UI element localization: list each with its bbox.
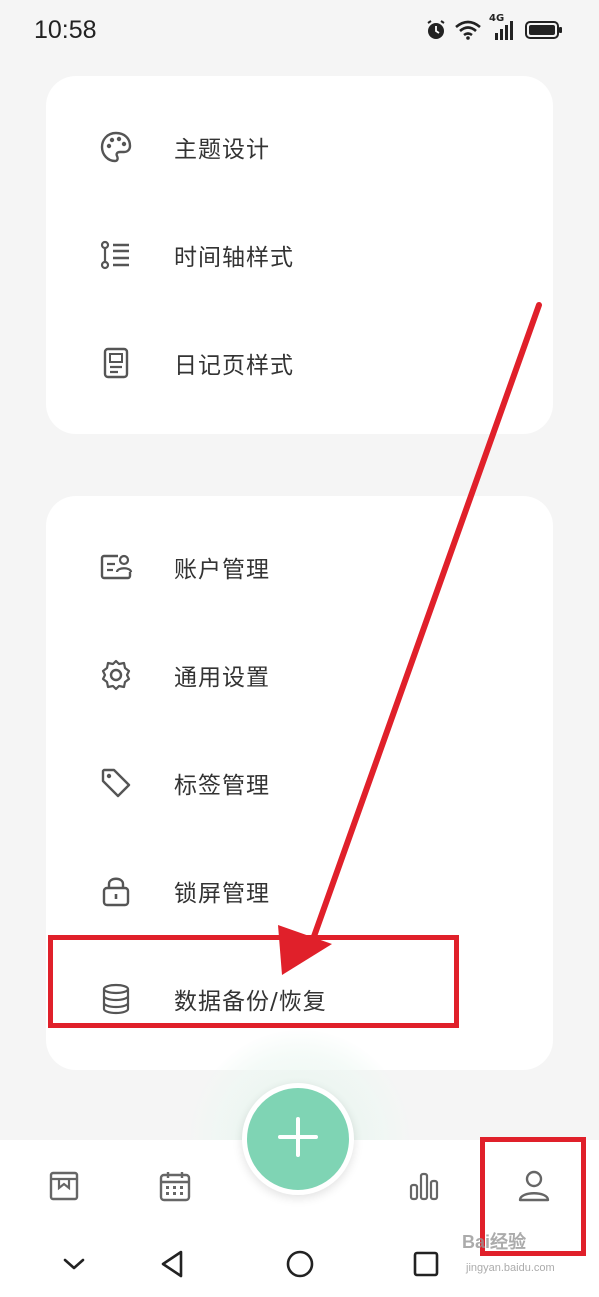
chevron-down-icon — [62, 1256, 86, 1276]
general-settings-card: 账户管理 通用设置 标签管理 锁屏管理 数据备份/恢复 — [46, 496, 553, 1070]
menu-item-tags[interactable]: 标签管理 — [46, 738, 553, 828]
menu-item-theme[interactable]: 主题设计 — [46, 102, 553, 192]
menu-item-timeline-style[interactable]: 时间轴样式 — [46, 210, 553, 300]
profile-icon — [517, 1169, 551, 1207]
timeline-icon — [96, 235, 136, 275]
status-time: 10:58 — [34, 15, 97, 44]
add-icon — [276, 1115, 320, 1163]
alarm-icon — [425, 19, 447, 41]
menu-label-tags: 标签管理 — [174, 773, 270, 799]
display-settings-card: 主题设计 时间轴样式 日记页样式 — [46, 76, 553, 434]
nav-recents-button[interactable] — [404, 1246, 448, 1286]
page-icon — [96, 343, 136, 383]
menu-label-account: 账户管理 — [174, 557, 270, 583]
nav-back-button[interactable] — [150, 1246, 194, 1286]
nav-collapse-button[interactable] — [52, 1246, 96, 1286]
tag-icon — [96, 763, 136, 803]
back-icon — [159, 1249, 185, 1283]
diary-book-icon — [48, 1170, 80, 1206]
recents-icon — [412, 1250, 440, 1282]
menu-label-timeline-style: 时间轴样式 — [174, 245, 294, 271]
lock-icon — [96, 871, 136, 911]
status-bar: 10:58 4G — [0, 0, 599, 60]
menu-item-lock-screen[interactable]: 锁屏管理 — [46, 846, 553, 936]
tab-stats[interactable] — [394, 1160, 454, 1216]
signal-icon: 4G — [489, 13, 517, 41]
menu-label-page-style: 日记页样式 — [174, 353, 294, 379]
wifi-icon — [455, 20, 481, 40]
tab-profile[interactable] — [504, 1160, 564, 1216]
status-icons: 4G — [425, 13, 563, 41]
palette-icon — [96, 127, 136, 167]
nav-home-button[interactable] — [278, 1246, 322, 1286]
watermark-logo: Bai经验 — [462, 1232, 527, 1252]
stats-icon — [408, 1170, 440, 1206]
battery-icon — [525, 20, 563, 40]
tab-diary[interactable] — [34, 1160, 94, 1216]
menu-label-general: 通用设置 — [174, 665, 270, 691]
menu-item-general[interactable]: 通用设置 — [46, 630, 553, 720]
tab-calendar[interactable] — [145, 1160, 205, 1216]
account-card-icon — [96, 547, 136, 587]
menu-label-lock-screen: 锁屏管理 — [174, 881, 270, 907]
menu-item-account[interactable]: 账户管理 — [46, 522, 553, 612]
gear-icon — [96, 655, 136, 695]
menu-item-page-style[interactable]: 日记页样式 — [46, 318, 553, 408]
database-icon — [96, 979, 136, 1019]
network-label: 4G — [489, 13, 505, 24]
add-entry-button[interactable] — [242, 1083, 354, 1195]
watermark-url: jingyan.baidu.com — [466, 1262, 555, 1274]
menu-label-theme: 主题设计 — [174, 137, 270, 163]
home-icon — [285, 1249, 315, 1283]
calendar-icon — [158, 1169, 192, 1207]
menu-label-backup-restore: 数据备份/恢复 — [174, 989, 327, 1015]
